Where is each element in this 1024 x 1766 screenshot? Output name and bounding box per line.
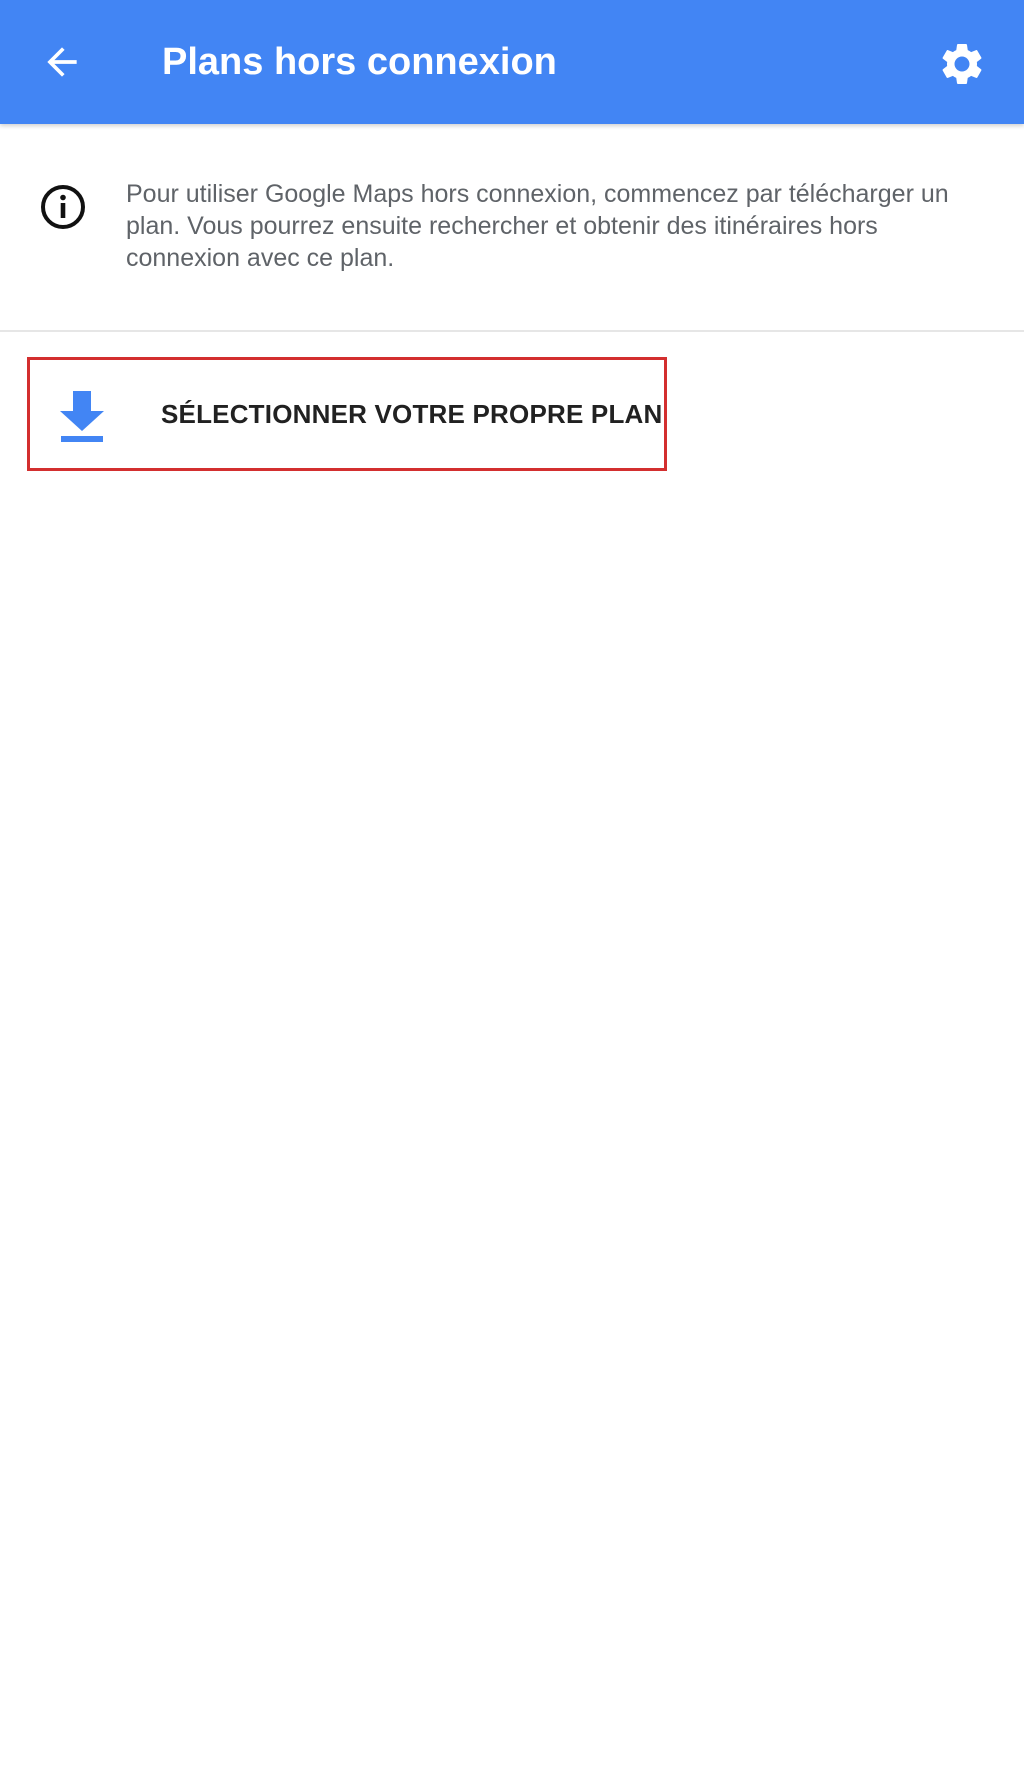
info-section: Pour utiliser Google Maps hors connexion… (0, 124, 1024, 332)
gear-icon (942, 43, 982, 84)
info-text: Pour utiliser Google Maps hors connexion… (126, 180, 949, 272)
app-bar: Plans hors connexion (0, 0, 1024, 124)
info-icon (41, 185, 85, 229)
back-button[interactable] (30, 30, 94, 94)
select-own-map-button[interactable]: SÉLECTIONNER VOTRE PROPRE PLAN (30, 360, 664, 468)
page-title: Plans hors connexion (162, 41, 557, 83)
arrow-back-icon (47, 47, 77, 77)
download-icon (60, 391, 104, 442)
settings-button[interactable] (928, 30, 996, 98)
select-own-map-label: SÉLECTIONNER VOTRE PROPRE PLAN (161, 399, 663, 429)
